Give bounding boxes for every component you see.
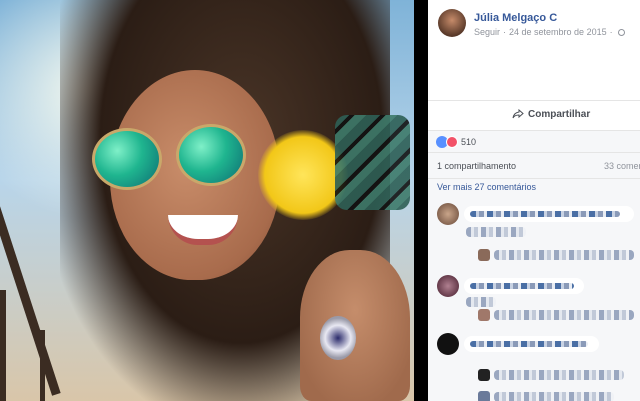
photo-pier-post [40,330,45,401]
post-date[interactable]: 24 de setembro de 2015 [509,27,607,37]
reaction-count[interactable]: 510 [461,137,476,147]
share-arrow-icon [512,109,524,119]
author-avatar[interactable] [438,9,466,37]
comment-text-blurred [470,341,588,347]
comment-avatar[interactable] [437,203,459,225]
reactions-bar[interactable]: 510 [428,130,640,152]
comment-avatar[interactable] [437,275,459,297]
globe-icon[interactable] [617,29,625,37]
share-count[interactable]: 1 compartilhamento [437,161,516,171]
reply-avatar[interactable] [478,391,490,401]
comment-text-blurred [470,283,574,289]
reply-text-blurred [494,370,624,380]
photo-sunglasses-right-lens [176,124,246,186]
meta-separator: · [609,27,613,37]
comment-bubble [464,206,634,222]
post-header: Júlia Melgaço C Seguir · 24 de setembro de… [428,0,640,50]
love-icon [446,136,458,148]
reply-text-blurred [494,250,634,260]
reply-text-blurred [494,392,614,401]
comment-bubble [464,336,599,352]
photo-hand [300,250,410,401]
reply-avatar[interactable] [478,249,490,261]
reply-avatar[interactable] [478,309,490,321]
author-name[interactable]: Júlia Melgaço C [474,12,557,24]
comment-actions-blurred [466,297,496,307]
photo-pier-post [0,290,6,401]
follow-link[interactable]: Seguir [474,27,500,37]
comment-bubble [464,278,584,294]
photo-viewer[interactable] [0,0,414,401]
comment-actions-blurred [466,227,526,237]
reply-text-blurred [494,310,634,320]
share-label: Compartilhar [528,109,591,120]
reply-avatar[interactable] [478,369,490,381]
post-actions: Compartilhar [428,100,640,130]
comment-avatar[interactable] [437,333,459,355]
photo-bracelets [335,115,410,210]
view-more-comments-link[interactable]: Ver mais 27 comentários [437,182,536,192]
comment-text-blurred [470,211,620,217]
post-side-panel: Júlia Melgaço C Seguir · 24 de setembro de… [428,0,640,401]
post-stats: 1 compartilhamento 33 comen [428,152,640,178]
share-button[interactable]: Compartilhar [512,109,590,120]
photo-sunglasses-left-lens [92,128,162,190]
post-meta: Seguir · 24 de setembro de 2015 · [474,27,625,37]
photo-ring [320,316,356,360]
comments-section: Ver mais 27 comentários [428,178,640,401]
meta-separator: · [503,27,507,37]
comment-count[interactable]: 33 comen [604,161,640,171]
